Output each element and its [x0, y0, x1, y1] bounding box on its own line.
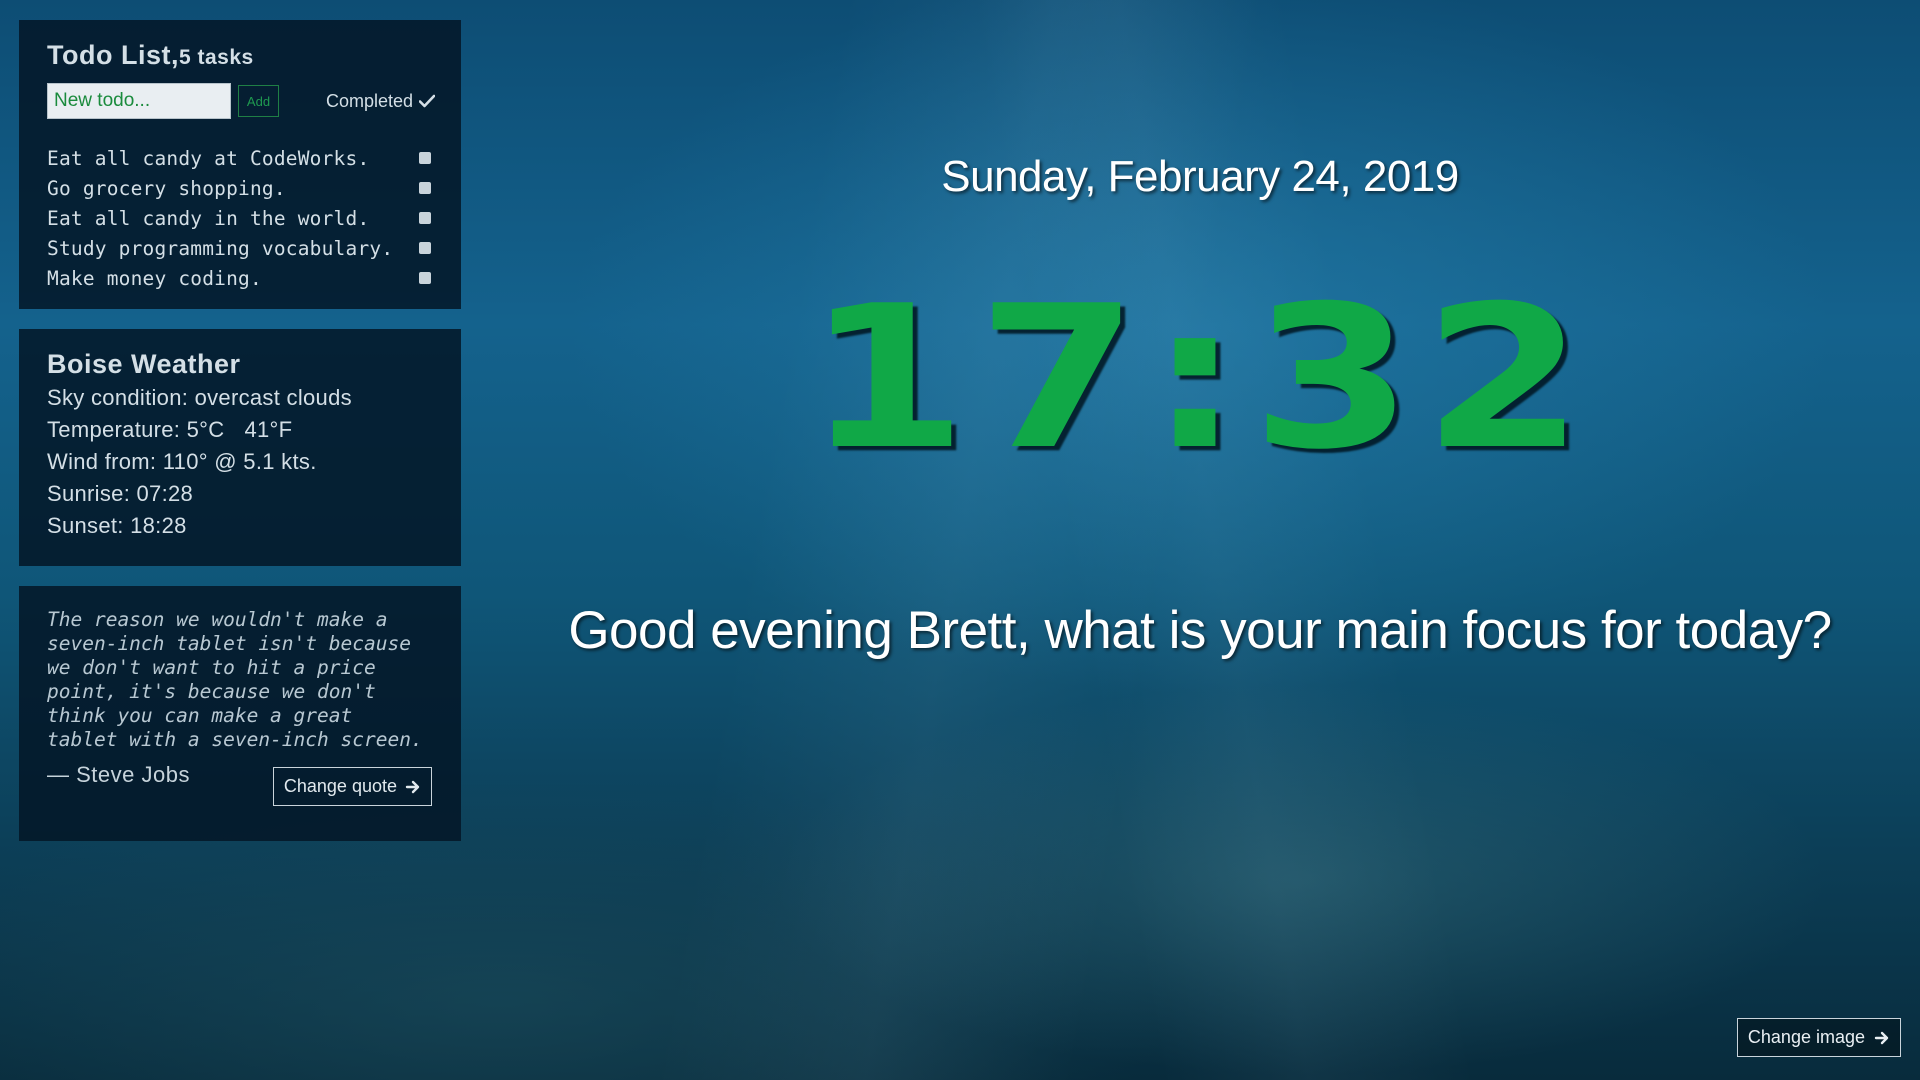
todo-item: Eat all candy at CodeWorks.: [47, 143, 433, 173]
todo-checkbox[interactable]: [419, 182, 431, 194]
change-quote-button[interactable]: Change quote: [272, 767, 432, 806]
todo-title-text: Todo List,: [47, 40, 179, 70]
todo-checkbox[interactable]: [419, 272, 431, 284]
arrow-right-icon: [1874, 1030, 1890, 1046]
greeting-text: Good evening Brett, what is your main fo…: [568, 601, 1832, 660]
todo-item-text: Eat all candy in the world.: [47, 206, 370, 230]
current-date: Sunday, February 24, 2019: [941, 152, 1459, 201]
change-image-button[interactable]: Change image: [1736, 1018, 1901, 1057]
todo-panel: Todo List,5 tasks Add Completed Eat all …: [19, 20, 461, 309]
weather-title: Boise Weather: [47, 349, 241, 379]
weather-temperature: Temperature: 5°C 41°F: [47, 414, 433, 446]
temperature-fahrenheit: 41°F: [244, 417, 293, 442]
completed-label: Completed: [325, 90, 413, 111]
todo-checkbox[interactable]: [419, 242, 431, 254]
weather-panel: Boise Weather Sky condition: overcast cl…: [19, 329, 461, 566]
todo-item: Go grocery shopping.: [47, 173, 433, 203]
todo-item-text: Study programming vocabulary.: [47, 236, 394, 260]
todo-title: Todo List,5 tasks: [47, 42, 433, 69]
add-todo-button[interactable]: Add: [238, 85, 279, 117]
todo-count: 5 tasks: [178, 46, 254, 69]
weather-sunset: Sunset: 18:28: [47, 513, 187, 538]
todo-item: Eat all candy in the world.: [47, 203, 433, 233]
new-todo-input[interactable]: [47, 83, 231, 119]
check-icon: [419, 94, 435, 108]
weather-sky: Sky condition: overcast clouds: [47, 385, 352, 410]
todo-item: Study programming vocabulary.: [47, 233, 433, 263]
arrow-right-icon: [405, 779, 421, 795]
todo-item-text: Eat all candy at CodeWorks.: [47, 146, 370, 170]
todo-item-text: Go grocery shopping.: [47, 176, 286, 200]
completed-toggle[interactable]: Completed: [326, 91, 435, 112]
todo-checkbox[interactable]: [419, 152, 431, 164]
quote-text: The reason we wouldn't make a seven-inch…: [47, 608, 423, 751]
clock-time: 17:32: [805, 263, 1595, 493]
weather-wind: Wind from: 110° @ 5.1 kts.: [47, 449, 317, 474]
todo-list: Eat all candy at CodeWorks. Go grocery s…: [47, 143, 433, 293]
weather-sunrise: Sunrise: 07:28: [47, 481, 194, 506]
todo-item: Make money coding.: [47, 263, 433, 293]
temperature-celsius: Temperature: 5°C: [47, 417, 225, 442]
change-quote-label: Change quote: [283, 776, 397, 796]
todo-controls: Add Completed: [47, 82, 435, 120]
todo-checkbox[interactable]: [419, 212, 431, 224]
change-image-label: Change image: [1747, 1027, 1865, 1047]
quote-panel: The reason we wouldn't make a seven-inch…: [19, 586, 461, 841]
todo-item-text: Make money coding.: [47, 266, 262, 290]
